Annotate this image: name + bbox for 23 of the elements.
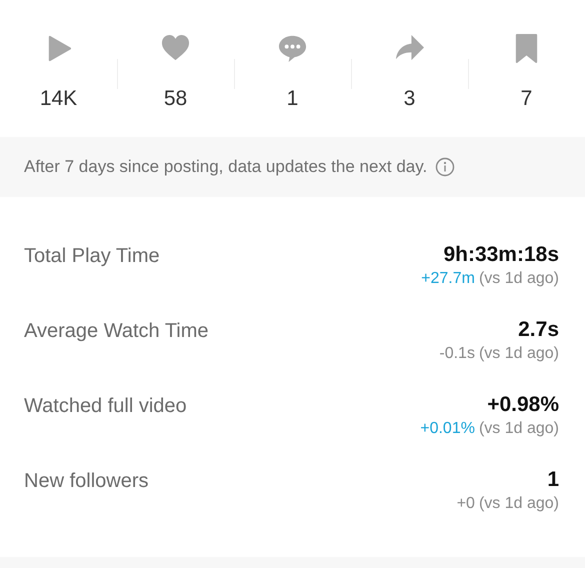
metric-label: Watched full video <box>24 395 187 419</box>
metric-label: Total Play Time <box>24 245 160 269</box>
stat-count: 58 <box>164 87 188 111</box>
metric-value: 1 <box>547 468 559 492</box>
info-icon[interactable] <box>435 157 456 177</box>
metric-change: +0 <box>456 495 475 513</box>
metric-label: Average Watch Time <box>24 320 209 344</box>
metric-change: +0.01% <box>420 420 475 438</box>
comparison-text: (vs 1d ago) <box>478 495 559 513</box>
metric-change: -0.1s <box>439 345 475 363</box>
comparison-text: (vs 1d ago) <box>478 270 559 288</box>
metric-value: +0.98% <box>487 393 559 417</box>
notice-text: After 7 days since posting, data updates the next day. <box>24 157 428 177</box>
stat-count: 1 <box>286 87 298 111</box>
metric-value: 2.7s <box>518 318 559 342</box>
stat-count: 7 <box>520 87 532 111</box>
metric-change: +27.7m <box>421 270 475 288</box>
comparison-text: (vs 1d ago) <box>478 345 559 363</box>
stat-count: 14K <box>40 87 78 111</box>
stat-count: 3 <box>404 87 416 111</box>
metric-label: New followers <box>24 470 148 494</box>
comparison-text: (vs 1d ago) <box>478 420 559 438</box>
metric-value: 9h:33m:18s <box>443 243 559 267</box>
